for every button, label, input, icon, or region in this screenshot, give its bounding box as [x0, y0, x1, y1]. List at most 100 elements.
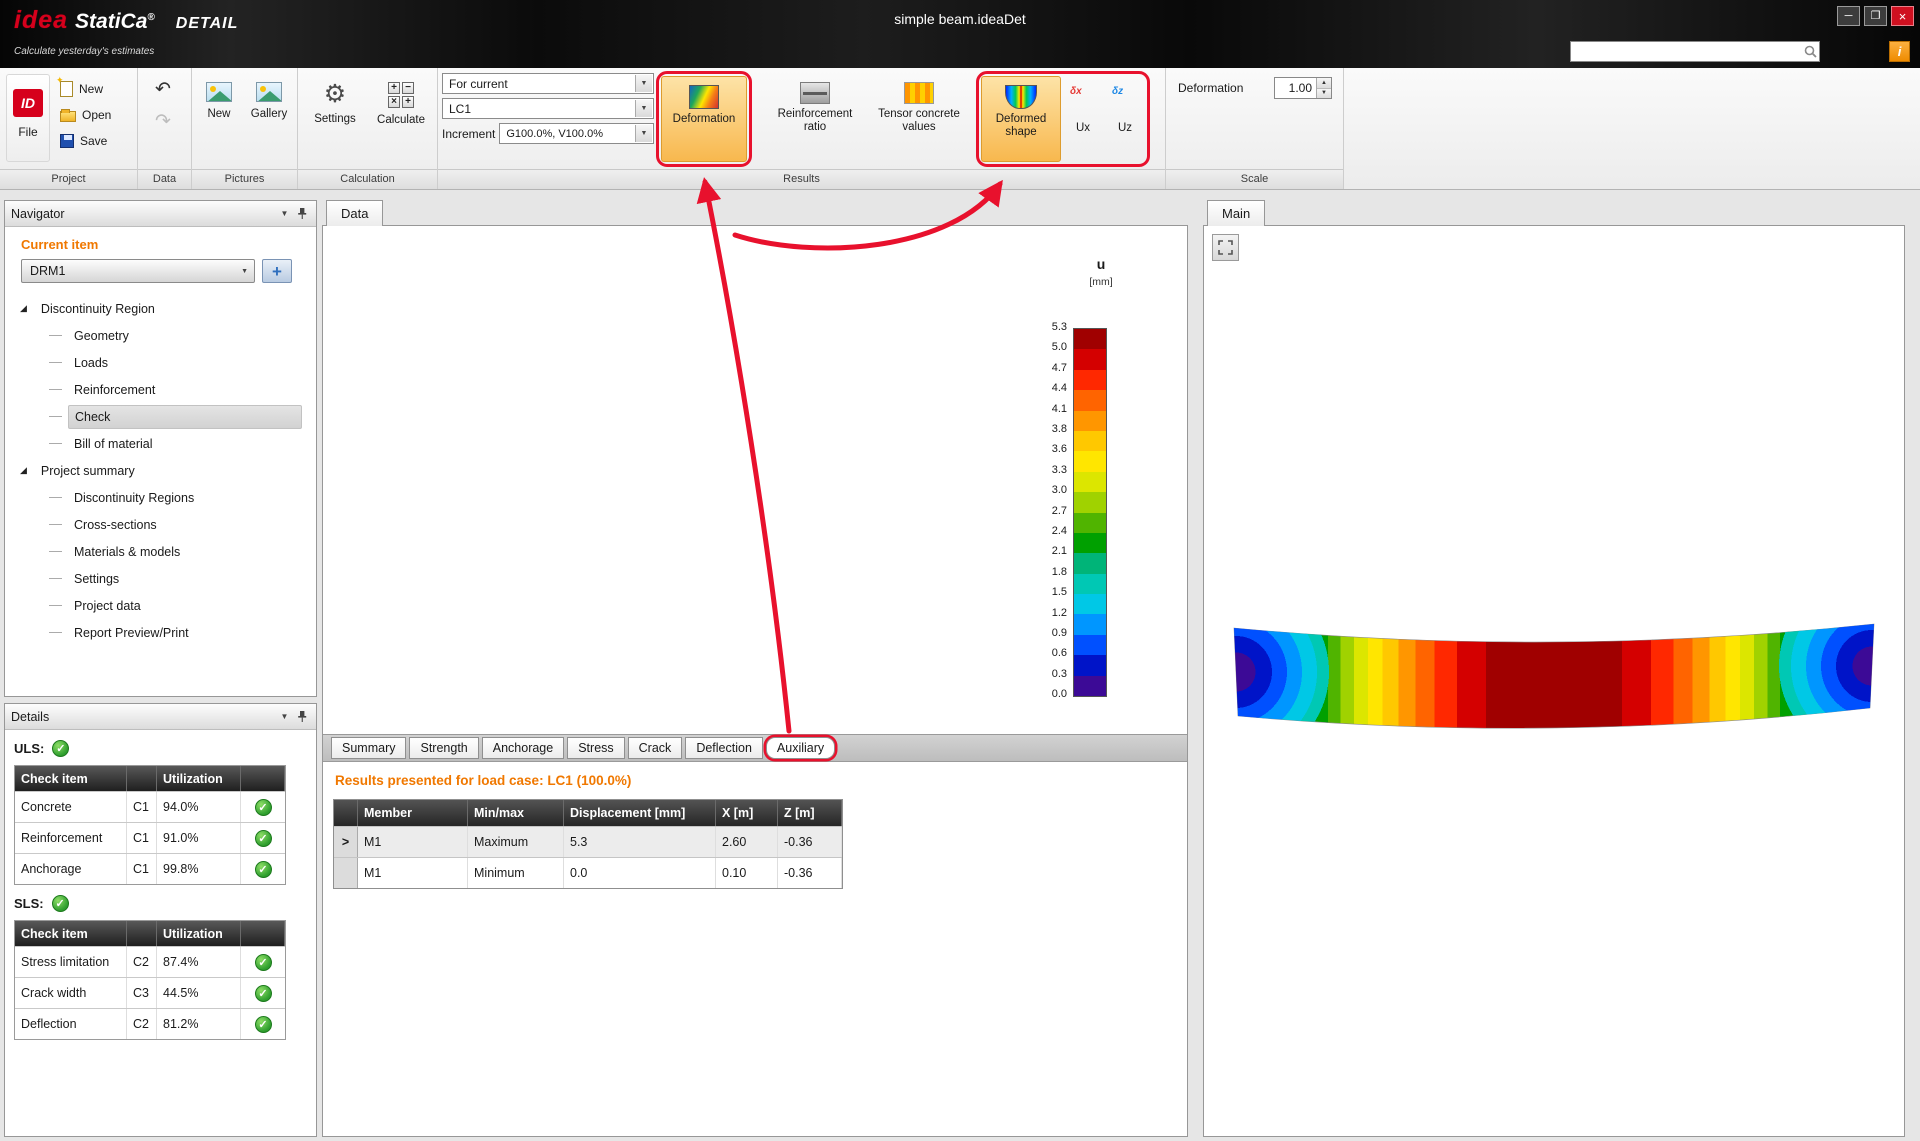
tab-stress[interactable]: Stress [567, 737, 624, 759]
panel-menu-icon[interactable]: ▼ [276, 205, 293, 222]
logo-statica: StatiCa® [75, 10, 155, 34]
results-col-header [334, 800, 358, 826]
info-button[interactable]: i [1889, 41, 1910, 62]
tree-item-materials-models[interactable]: Materials & models [5, 538, 316, 565]
open-button-label: Open [82, 108, 111, 122]
search-input[interactable] [1571, 42, 1801, 61]
tree-item-settings[interactable]: Settings [5, 565, 316, 592]
tree-connector [49, 389, 62, 390]
tree-item-bill-of-material[interactable]: Bill of material [5, 430, 316, 457]
spin-up-icon[interactable]: ▲ [1317, 78, 1331, 89]
utilization-cell: 91.0% [157, 823, 241, 853]
tab-strength[interactable]: Strength [409, 737, 478, 759]
legend-unit: [mm] [1081, 276, 1121, 288]
check-row[interactable]: Crack widthC344.5%✓ [15, 977, 285, 1008]
displacement-cell: 5.3 [564, 827, 716, 857]
legend-value-label: 5.0 [1023, 341, 1067, 353]
load-case-combo[interactable]: LC1 ▼ [442, 98, 654, 119]
file-button[interactable]: ID File [6, 74, 50, 162]
settings-button[interactable]: ⚙ Settings [304, 72, 366, 164]
tab-deflection[interactable]: Deflection [685, 737, 763, 759]
panel-menu-icon[interactable]: ▼ [276, 708, 293, 725]
check-row[interactable]: Stress limitationC287.4%✓ [15, 946, 285, 977]
tree-item-loads[interactable]: Loads [5, 349, 316, 376]
result-selectors: For current ▼ LC1 ▼ Increment G100.0%, V… [442, 73, 654, 144]
close-button[interactable]: × [1891, 6, 1914, 26]
save-button[interactable]: Save [58, 130, 113, 151]
check-code-cell: C2 [127, 947, 157, 977]
main-panel: Main [1203, 200, 1905, 1137]
deformed-shape-button[interactable]: Deformed shape [981, 76, 1061, 162]
app-window: idea StatiCa® DETAIL simple beam.ideaDet… [0, 0, 1920, 1141]
spin-down-icon[interactable]: ▼ [1317, 89, 1331, 99]
check-row[interactable]: DeflectionC281.2%✓ [15, 1008, 285, 1039]
tree-item-label: Project data [68, 595, 147, 617]
tree-item-report-preview-print[interactable]: Report Preview/Print [5, 619, 316, 646]
tab-anchorage[interactable]: Anchorage [482, 737, 564, 759]
navigator-panel: Navigator ▼ Current item DRM1 ▼ + ◢Disco… [4, 200, 317, 697]
undo-button[interactable]: ↶ [155, 80, 171, 99]
main-canvas [1203, 225, 1905, 1137]
tree-item-check[interactable]: Check [5, 403, 316, 430]
uz-button[interactable]: δz Uz [1105, 76, 1145, 162]
results-row[interactable]: >M1Maximum5.32.60-0.36 [334, 826, 842, 857]
tab-auxiliary[interactable]: Auxiliary [766, 737, 835, 759]
add-item-button[interactable]: + [262, 259, 292, 283]
check-ok-icon: ✓ [255, 799, 272, 816]
save-button-label: Save [80, 134, 107, 148]
ux-button[interactable]: δx Ux [1063, 76, 1103, 162]
scale-spinbox[interactable]: 1.00 ▲ ▼ [1274, 77, 1332, 99]
result-type-combo[interactable]: For current ▼ [442, 73, 654, 94]
uls-label: ULS: [14, 741, 44, 756]
row-selector-cell[interactable] [334, 858, 358, 888]
chevron-down-icon[interactable]: ▼ [635, 100, 652, 117]
maximize-button[interactable]: ❐ [1864, 6, 1887, 26]
check-row[interactable]: ReinforcementC191.0%✓ [15, 822, 285, 853]
legend-value-label: 2.1 [1023, 545, 1067, 557]
row-selector-cell[interactable]: > [334, 827, 358, 857]
new-button[interactable]: New [58, 78, 113, 99]
chevron-down-icon[interactable]: ▼ [635, 125, 652, 142]
current-item-combo[interactable]: DRM1 ▼ [21, 259, 255, 283]
redo-button[interactable]: ↷ [155, 112, 171, 131]
scale-value[interactable]: 1.00 [1275, 78, 1316, 98]
tree-expander-icon[interactable]: ◢ [20, 465, 27, 476]
chevron-down-icon[interactable]: ▼ [635, 75, 652, 92]
tree-item-discontinuity-region[interactable]: ◢Discontinuity Region [5, 295, 316, 322]
check-row[interactable]: ConcreteC194.0%✓ [15, 791, 285, 822]
picture-icon [206, 82, 232, 102]
legend-color-band [1074, 676, 1106, 696]
tree-expander-icon[interactable]: ◢ [20, 303, 27, 314]
reinforcement-ratio-button[interactable]: Reinforcement ratio [768, 74, 862, 162]
check-row[interactable]: AnchorageC199.8%✓ [15, 853, 285, 884]
pin-icon[interactable] [293, 708, 310, 725]
tab-data[interactable]: Data [326, 200, 383, 226]
tree-item-cross-sections[interactable]: Cross-sections [5, 511, 316, 538]
tree-item-project-data[interactable]: Project data [5, 592, 316, 619]
deformation-button[interactable]: Deformation [661, 76, 747, 162]
increment-combo[interactable]: G100.0%, V100.0% ▼ [499, 123, 654, 144]
chevron-down-icon[interactable]: ▼ [241, 268, 248, 275]
minimize-button[interactable]: ─ [1837, 6, 1860, 26]
tree-item-discontinuity-regions[interactable]: Discontinuity Regions [5, 484, 316, 511]
results-row[interactable]: M1Minimum0.00.10-0.36 [334, 857, 842, 888]
legend-value-label: 4.4 [1023, 382, 1067, 394]
pin-icon[interactable] [293, 205, 310, 222]
tree-item-label: Cross-sections [68, 514, 163, 536]
tensor-concrete-values-button[interactable]: Tensor concrete values [872, 74, 966, 162]
current-item-value: DRM1 [30, 264, 65, 278]
tree-item-reinforcement[interactable]: Reinforcement [5, 376, 316, 403]
open-button[interactable]: Open [58, 104, 113, 125]
fit-view-button[interactable] [1212, 234, 1239, 261]
tree-item-project-summary[interactable]: ◢Project summary [5, 457, 316, 484]
picture-new-button[interactable]: New [195, 72, 243, 164]
gallery-button[interactable]: Gallery [245, 72, 293, 164]
tab-main[interactable]: Main [1207, 200, 1265, 226]
scale-spin-buttons: ▲ ▼ [1316, 78, 1331, 98]
calculate-button[interactable]: +−×+ Calculate [370, 72, 432, 164]
tab-crack[interactable]: Crack [628, 737, 683, 759]
legend-color-band [1074, 574, 1106, 594]
tab-summary[interactable]: Summary [331, 737, 406, 759]
search-icon[interactable] [1801, 45, 1819, 58]
tree-item-geometry[interactable]: Geometry [5, 322, 316, 349]
